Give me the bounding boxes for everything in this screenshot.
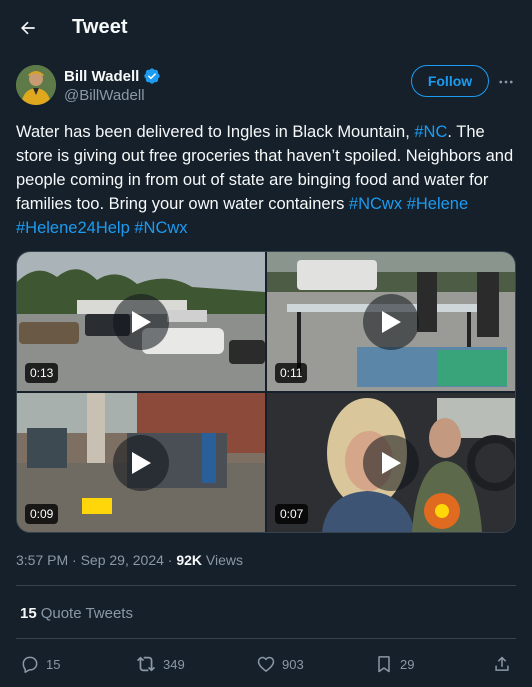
like-button[interactable]: 903 bbox=[256, 650, 304, 678]
follow-button[interactable]: Follow bbox=[411, 65, 489, 97]
media-grid: 0:13 0:11 0:09 0:07 bbox=[16, 251, 516, 533]
bookmark-count: 29 bbox=[400, 656, 415, 672]
hashtag-link[interactable]: #NCwx bbox=[349, 195, 402, 213]
retweet-icon bbox=[136, 656, 156, 672]
reply-button[interactable]: 15 bbox=[20, 650, 60, 678]
meta-separator: · bbox=[167, 552, 173, 568]
author-handle[interactable]: @BillWadell bbox=[64, 87, 145, 104]
verified-badge-icon bbox=[144, 68, 160, 84]
play-icon bbox=[382, 310, 401, 333]
play-button[interactable] bbox=[113, 293, 169, 350]
hashtag-link[interactable]: #NCwx bbox=[134, 219, 187, 237]
video-duration: 0:13 bbox=[25, 363, 59, 383]
play-button[interactable] bbox=[363, 434, 419, 491]
bookmark-button[interactable]: 29 bbox=[374, 650, 414, 678]
play-button[interactable] bbox=[363, 293, 419, 350]
video-duration: 0:11 bbox=[275, 363, 308, 383]
more-horizontal-icon bbox=[499, 80, 513, 84]
divider bbox=[16, 585, 516, 586]
top-bar: Tweet bbox=[0, 0, 532, 56]
video-duration: 0:09 bbox=[25, 504, 59, 524]
video-thumbnail-parking-lot[interactable]: 0:13 bbox=[17, 252, 265, 391]
more-button[interactable] bbox=[494, 70, 518, 94]
tweet-time[interactable]: 3:57 PM bbox=[16, 552, 68, 568]
tweet-text-part: Water has been delivered to Ingles in Bl… bbox=[16, 123, 415, 141]
share-button[interactable] bbox=[492, 650, 512, 678]
avatar[interactable] bbox=[16, 65, 56, 105]
video-duration: 0:07 bbox=[275, 504, 309, 524]
quote-tweets-link[interactable]: 15 Quote Tweets bbox=[20, 605, 133, 622]
heart-icon bbox=[257, 656, 275, 672]
retweet-count: 349 bbox=[163, 656, 185, 672]
divider bbox=[16, 638, 516, 639]
share-icon bbox=[495, 656, 509, 671]
views-label: Views bbox=[205, 552, 244, 568]
quote-label: Quote Tweets bbox=[40, 605, 133, 622]
back-button[interactable] bbox=[14, 14, 42, 42]
page-title: Tweet bbox=[72, 16, 128, 38]
play-icon bbox=[382, 451, 401, 474]
arrow-left-icon bbox=[21, 21, 35, 35]
play-icon bbox=[132, 310, 151, 333]
hashtag-link[interactable]: #Helene24Help bbox=[16, 219, 130, 237]
like-count: 903 bbox=[282, 656, 304, 672]
views-count: 92K bbox=[176, 552, 203, 568]
hashtag-link[interactable]: #Helene bbox=[407, 195, 468, 213]
video-thumbnail-grocery-carts[interactable]: 0:09 bbox=[17, 393, 265, 532]
retweet-button[interactable]: 349 bbox=[135, 650, 185, 678]
hashtag-link[interactable]: #NC bbox=[414, 123, 447, 141]
tweet-text: Water has been delivered to Ingles in Bl… bbox=[16, 120, 516, 240]
reply-count: 15 bbox=[46, 656, 61, 672]
play-icon bbox=[132, 451, 151, 474]
play-button[interactable] bbox=[113, 434, 169, 491]
meta-separator: · bbox=[72, 552, 77, 568]
author-name[interactable]: Bill Wadell bbox=[64, 67, 161, 85]
video-thumbnail-car-interior[interactable]: 0:07 bbox=[267, 393, 515, 532]
user-avatar-icon bbox=[16, 65, 56, 105]
author-name-text[interactable]: Bill Wadell bbox=[64, 68, 139, 85]
bookmark-icon bbox=[378, 656, 390, 673]
tweet-meta: 3:57 PM · Sep 29, 2024 · 92K Views bbox=[16, 552, 243, 568]
tweet-date[interactable]: Sep 29, 2024 bbox=[81, 552, 164, 568]
action-bar: 15 349 903 29 bbox=[0, 650, 532, 678]
reply-icon bbox=[22, 656, 38, 673]
video-thumbnail-water-pallets[interactable]: 0:11 bbox=[267, 252, 515, 391]
quote-count: 15 bbox=[20, 605, 37, 622]
